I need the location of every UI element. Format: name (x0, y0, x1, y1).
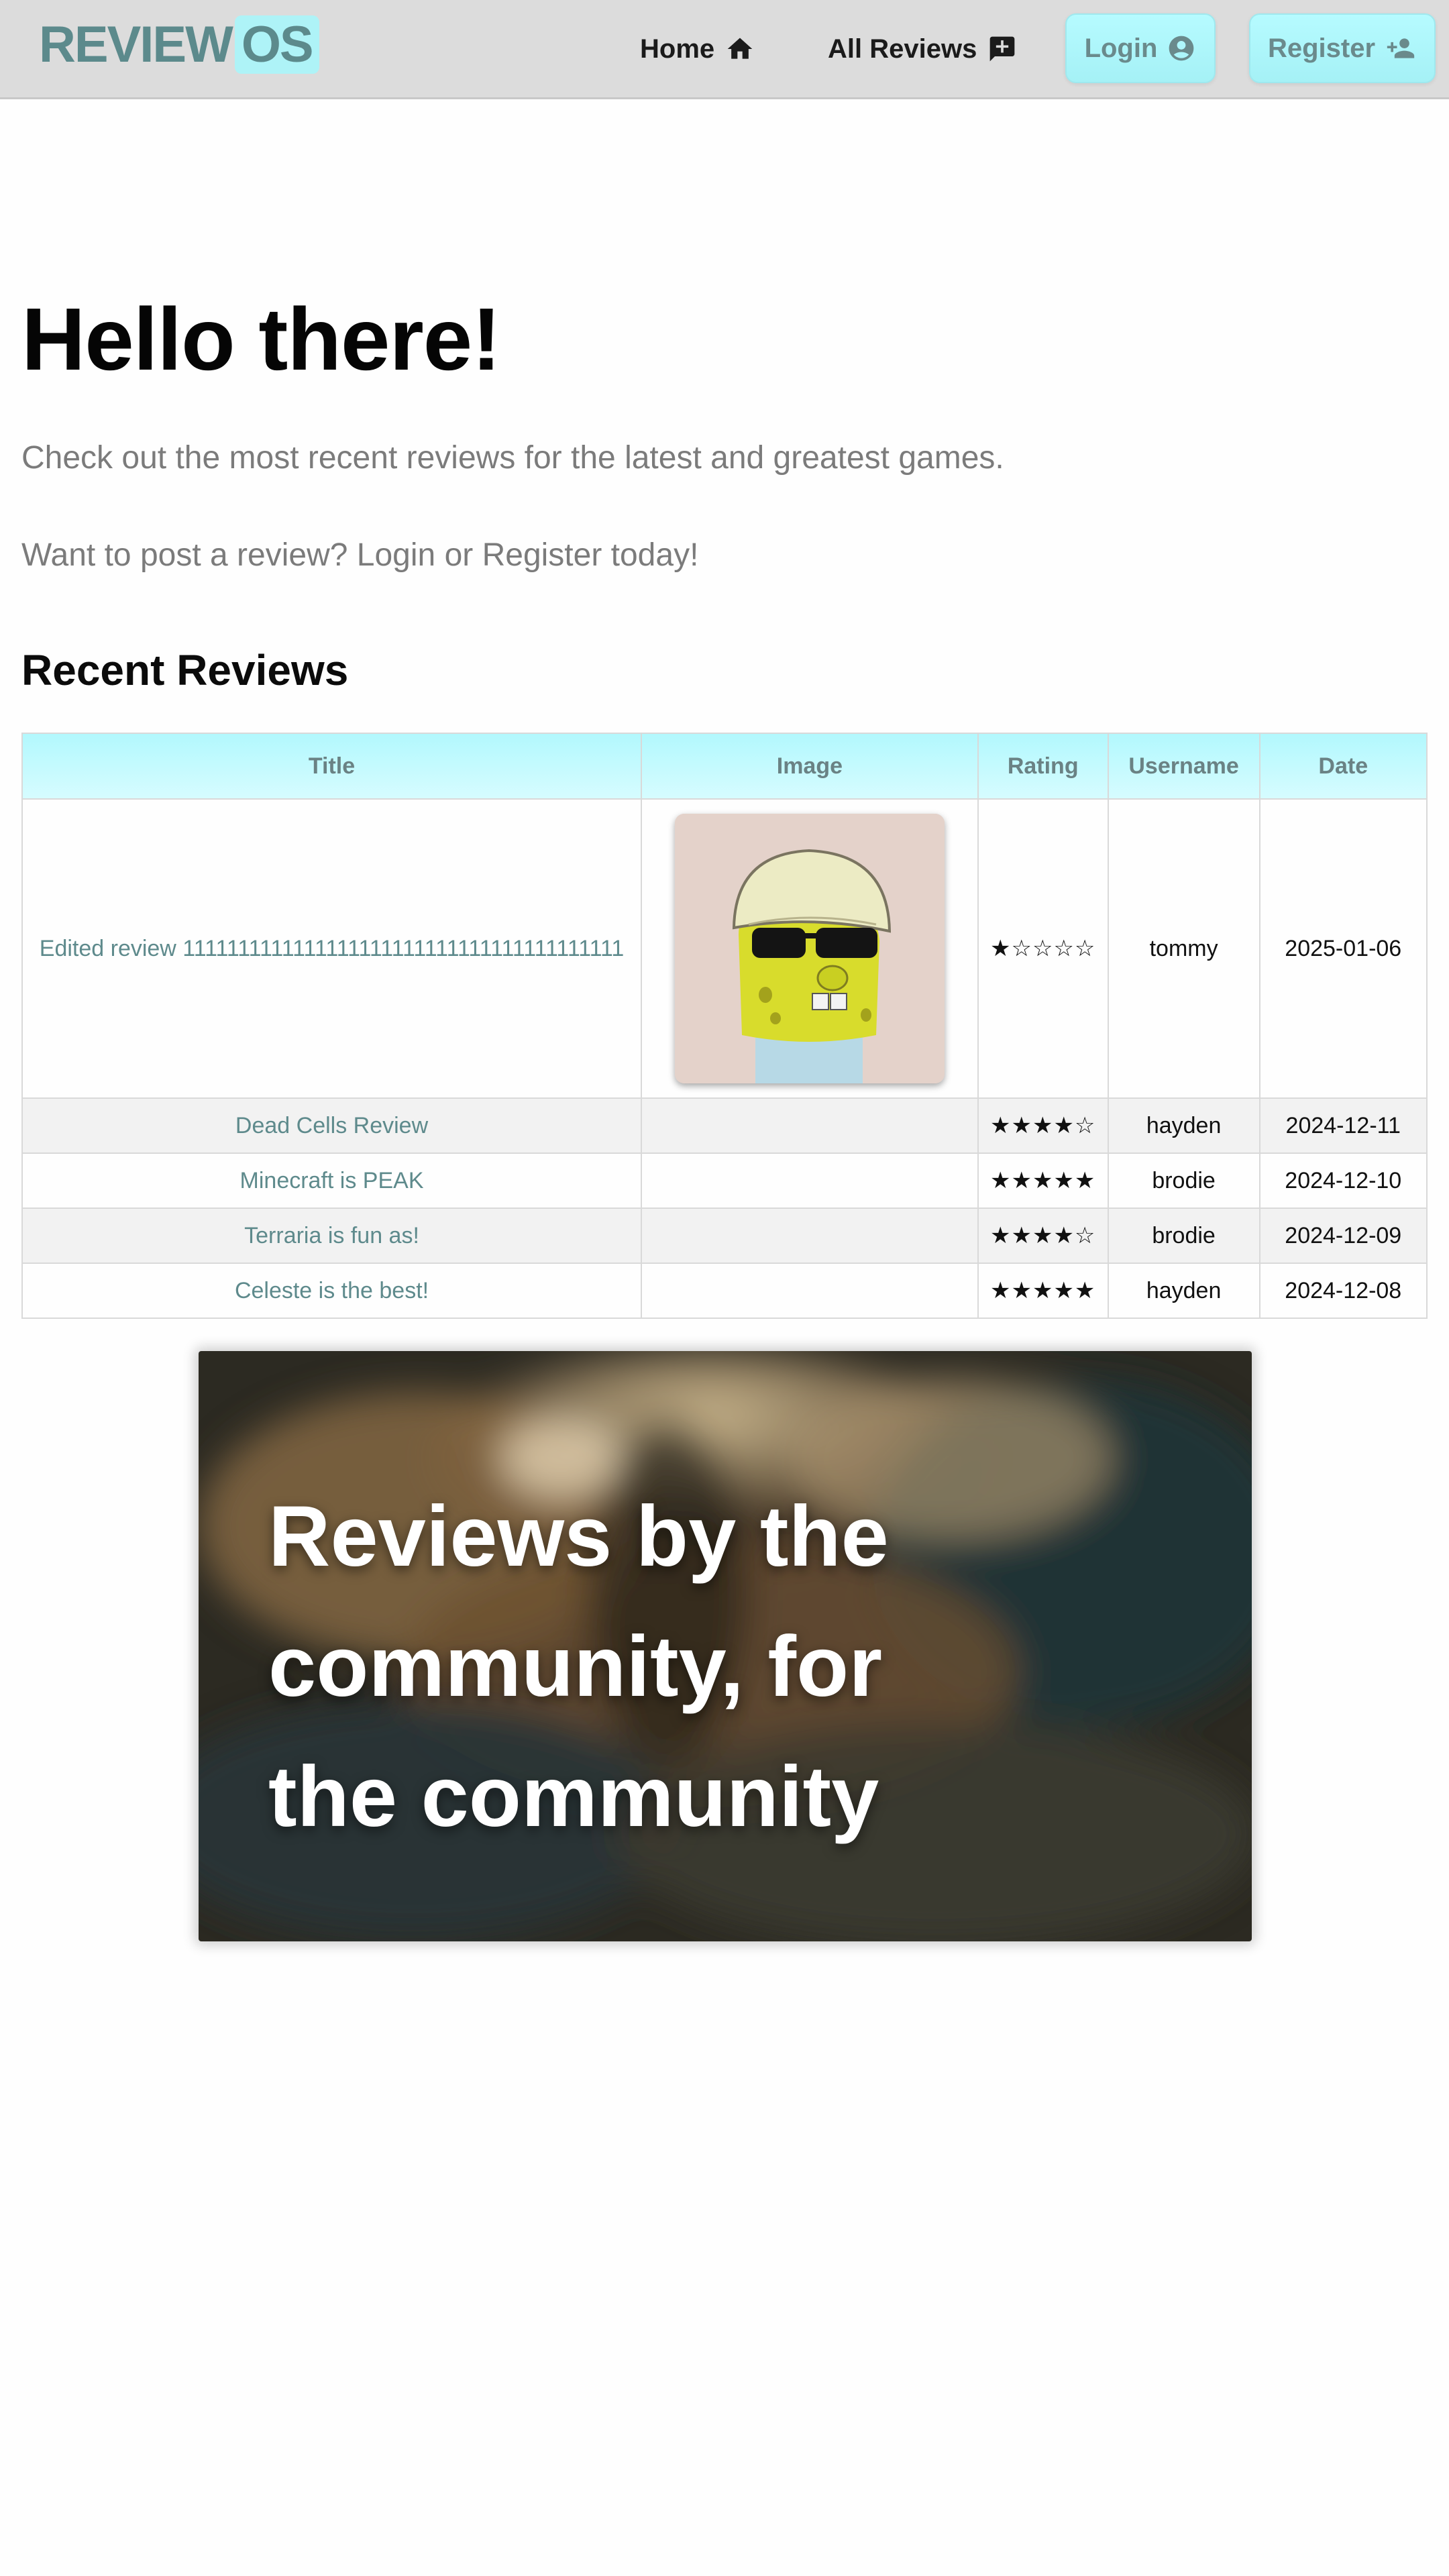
login-label: Login (1084, 33, 1158, 63)
nav-home-link[interactable]: Home (640, 25, 755, 72)
add-comment-icon (987, 34, 1017, 64)
review-rating: ★★★★★ (977, 1152, 1109, 1209)
review-username: hayden (1107, 1097, 1260, 1154)
review-username: hayden (1107, 1263, 1260, 1319)
review-title-link[interactable]: Edited review 11111111111111111111111111… (21, 798, 643, 1099)
hero-cta-text: Want to post a review? Login or Register… (21, 537, 699, 573)
review-date: 2024-12-10 (1258, 1152, 1428, 1209)
review-username: brodie (1107, 1208, 1260, 1264)
column-header-date: Date (1258, 733, 1428, 800)
table-row[interactable]: Edited review 11111111111111111111111111… (21, 798, 1428, 1099)
table-row[interactable]: Celeste is the best! ★★★★★ hayden 2024-1… (21, 1263, 1428, 1319)
review-rating: ★★★★☆ (977, 1097, 1109, 1154)
review-thumbnail[interactable] (674, 814, 945, 1083)
nav-all-reviews-link[interactable]: All Reviews (828, 25, 1017, 72)
table-row[interactable]: Terraria is fun as! ★★★★☆ brodie 2024-12… (21, 1208, 1428, 1264)
review-rating: ★★★★★ (977, 1263, 1109, 1319)
review-rating: ★☆☆☆☆ (977, 798, 1109, 1099)
page-title: Hello there! (21, 290, 501, 388)
spongebob-thumbnail-icon (674, 814, 945, 1083)
review-date: 2024-12-09 (1258, 1208, 1428, 1264)
nav-all-reviews-label: All Reviews (828, 34, 977, 64)
column-header-rating: Rating (977, 733, 1109, 800)
recent-reviews-heading: Recent Reviews (21, 646, 349, 694)
review-image-cell (641, 1152, 979, 1209)
nav-home-label: Home (640, 34, 715, 64)
column-header-username: Username (1107, 733, 1260, 800)
review-title-link[interactable]: Minecraft is PEAK (21, 1152, 643, 1209)
review-title-link[interactable]: Terraria is fun as! (21, 1208, 643, 1264)
logo[interactable]: REVIEW OS (39, 15, 319, 74)
review-image-cell (641, 1097, 979, 1154)
table-header-row: Title Image Rating Username Date (21, 733, 1428, 800)
review-title-link[interactable]: Celeste is the best! (21, 1263, 643, 1319)
table-row[interactable]: Dead Cells Review ★★★★☆ hayden 2024-12-1… (21, 1097, 1428, 1154)
review-title-link[interactable]: Dead Cells Review (21, 1097, 643, 1154)
navbar: REVIEW OS Home All Reviews Login Registe… (0, 0, 1449, 99)
review-image-cell (641, 1208, 979, 1264)
logo-accent: OS (234, 15, 319, 74)
person-add-icon (1385, 34, 1417, 63)
account-circle-icon (1167, 34, 1196, 63)
column-header-image: Image (641, 733, 979, 800)
column-header-title: Title (21, 733, 643, 800)
hero-subtitle: Check out the most recent reviews for th… (21, 440, 1004, 476)
review-date: 2024-12-08 (1258, 1263, 1428, 1319)
community-banner: Reviews by the community, for the commun… (199, 1351, 1252, 1941)
banner-headline: Reviews by the community, for the commun… (268, 1489, 889, 1845)
login-button[interactable]: Login (1065, 13, 1216, 83)
review-rating: ★★★★☆ (977, 1208, 1109, 1264)
register-label: Register (1267, 33, 1376, 63)
logo-text: REVIEW (39, 15, 233, 73)
recent-reviews-table: Title Image Rating Username Date Edited … (21, 733, 1428, 1319)
table-row[interactable]: Minecraft is PEAK ★★★★★ brodie 2024-12-1… (21, 1152, 1428, 1209)
review-image-cell (641, 1263, 979, 1319)
home-icon (725, 34, 755, 64)
review-image-cell (641, 798, 979, 1099)
review-username: brodie (1107, 1152, 1260, 1209)
review-username: tommy (1107, 798, 1260, 1099)
review-date: 2025-01-06 (1258, 798, 1428, 1099)
review-date: 2024-12-11 (1258, 1097, 1428, 1154)
register-button[interactable]: Register (1249, 13, 1436, 83)
